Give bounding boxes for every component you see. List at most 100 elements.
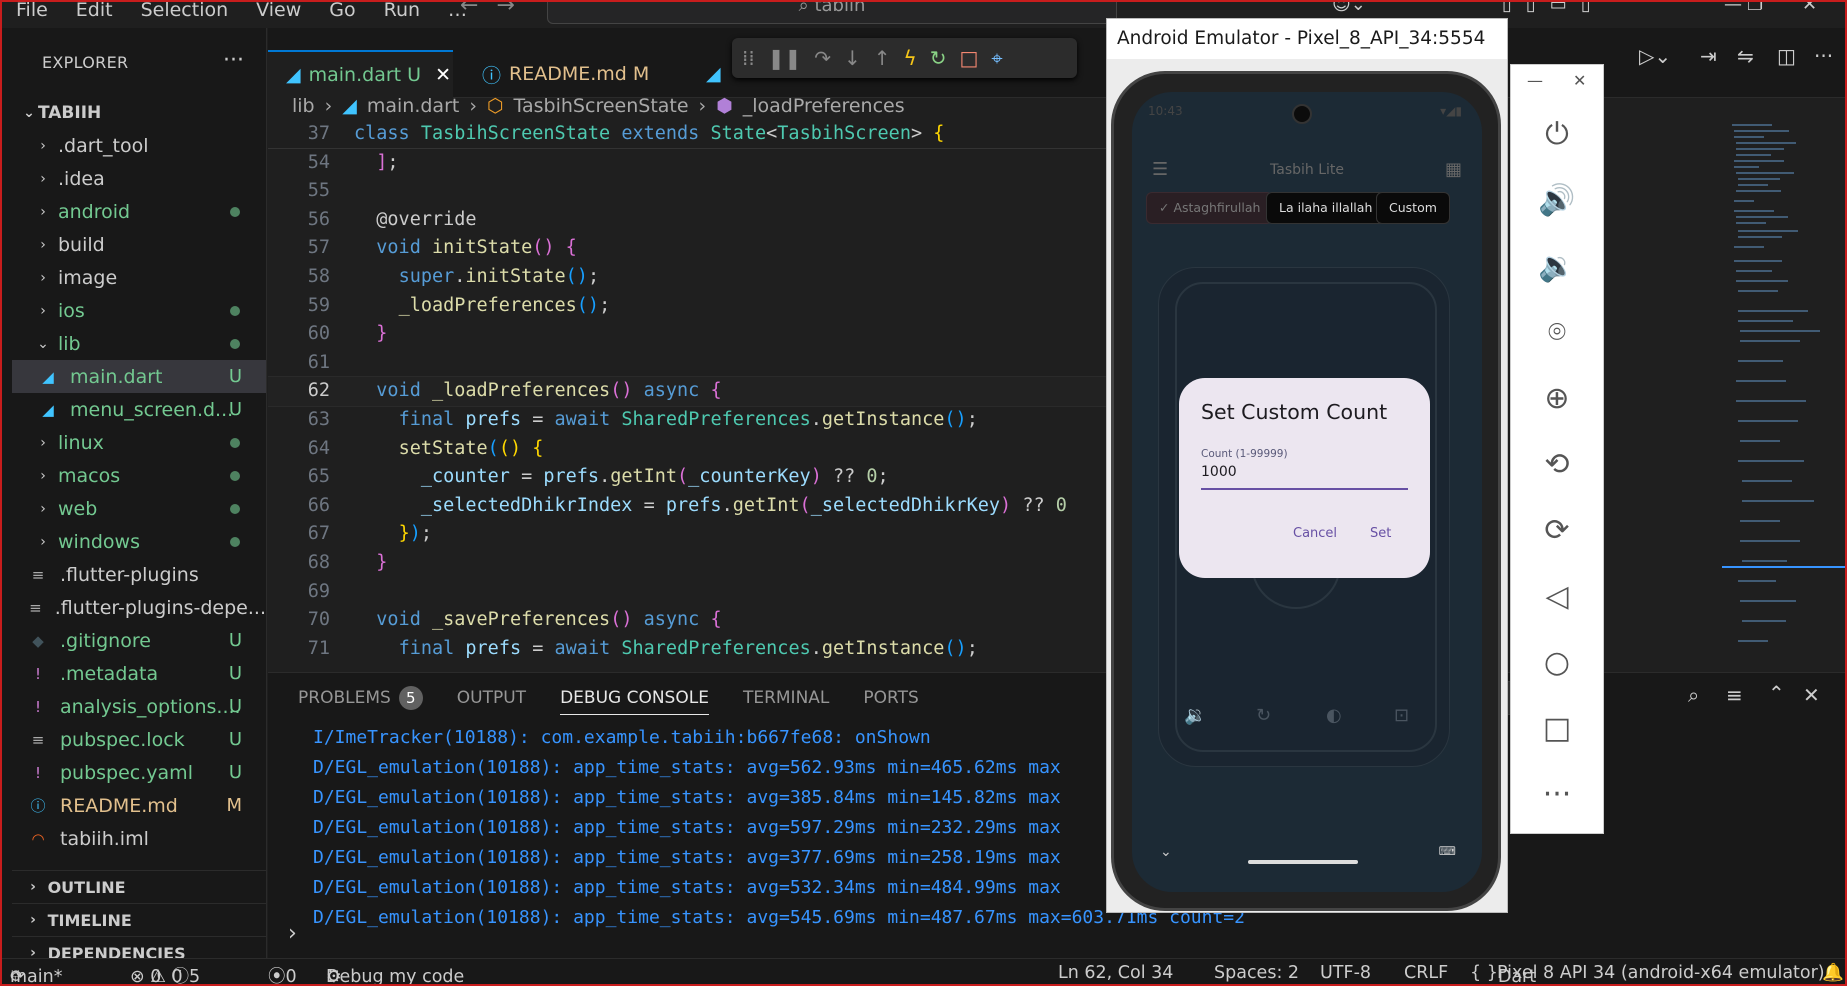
grid-icon[interactable]: ▦	[1445, 150, 1462, 190]
rotate-right-icon[interactable]: ⟳	[1537, 511, 1577, 551]
close-tab-icon[interactable]: ✕	[435, 64, 451, 86]
cursor-position[interactable]: Ln 62, Col 34	[1058, 963, 1173, 983]
tab-problems[interactable]: PROBLEMS 5	[298, 686, 423, 710]
tree-item[interactable]: › macos	[12, 459, 266, 492]
chip-custom[interactable]: Custom	[1376, 192, 1450, 224]
volume-up-icon[interactable]: 🔊	[1537, 181, 1577, 221]
cancel-button[interactable]: Cancel	[1293, 526, 1337, 541]
tree-item[interactable]: ! analysis_options.... U	[12, 690, 266, 723]
language-mode[interactable]: { } Dart	[1470, 963, 1536, 984]
tree-item[interactable]: ◠ tabiih.iml	[12, 822, 266, 855]
tree-item[interactable]: ◆ .gitignore U	[12, 624, 266, 657]
camera-icon[interactable]: ⌾	[1537, 313, 1577, 353]
line-endings[interactable]: CRLF	[1404, 963, 1448, 983]
keyboard-icon[interactable]: ⌨	[1439, 844, 1456, 858]
minimize-icon[interactable]: —	[1527, 71, 1543, 90]
menu-edit[interactable]: Edit	[62, 2, 127, 23]
tree-item[interactable]: › android	[12, 195, 266, 228]
hot-reload-icon[interactable]: ϟ	[904, 46, 917, 70]
maximize-panel-icon[interactable]: ⌃	[1768, 681, 1785, 705]
theme-icon[interactable]: ◐	[1326, 705, 1342, 726]
tree-item[interactable]: ! .metadata U	[12, 657, 266, 690]
more-icon[interactable]: ···	[1537, 775, 1577, 815]
set-button[interactable]: Set	[1370, 526, 1391, 541]
keyboard-hide-icon[interactable]: ⌄	[1160, 844, 1172, 860]
command-search[interactable]: ⌕ tabiih	[547, 2, 1117, 24]
tree-item[interactable]: › web	[12, 492, 266, 525]
tree-item[interactable]: › build	[12, 228, 266, 261]
tree-item[interactable]: ◢ main.dart U	[12, 360, 266, 393]
split-editor-icon[interactable]: ◫	[1777, 44, 1796, 68]
debug-console-output[interactable]: I/ImeTracker(10188): com.example.tabiih:…	[268, 723, 1845, 933]
menu-go[interactable]: Go	[315, 2, 369, 23]
tree-item[interactable]: › windows	[12, 525, 266, 558]
reset-icon[interactable]: ↻	[1256, 705, 1271, 726]
problems-status[interactable]: ⊗ 0 ⚠ 0 ⓘ 5	[130, 963, 200, 984]
tree-item[interactable]: › ios	[12, 294, 266, 327]
step-over-icon[interactable]: ↷	[814, 46, 831, 70]
tree-item[interactable]: ◢ menu_screen.d... U	[12, 393, 266, 426]
breadcrumb-class[interactable]: TasbihScreenState	[514, 95, 689, 117]
nav-arrows[interactable]: ←→	[460, 2, 533, 18]
chip-astaghfirullah[interactable]: ✓ Astaghfirullah	[1146, 192, 1274, 224]
breadcrumb-method[interactable]: _loadPreferences	[743, 95, 905, 117]
tree-item[interactable]: › .dart_tool	[12, 129, 266, 162]
sound-icon[interactable]: 🔉	[1184, 705, 1206, 726]
tree-item[interactable]: › .idea	[12, 162, 266, 195]
power-icon[interactable]: ⏻	[1537, 115, 1577, 155]
restart-icon[interactable]: ↻	[930, 46, 947, 70]
more-actions-icon[interactable]: ···	[1814, 44, 1833, 68]
tree-item[interactable]: ⌄ lib	[12, 327, 266, 360]
breadcrumb-lib[interactable]: lib	[292, 95, 315, 117]
restore-icon[interactable]: ❐	[1747, 2, 1763, 15]
chip-la-ilaha[interactable]: La ilaha illallah	[1266, 192, 1386, 224]
inspect-icon[interactable]: ⌖	[991, 46, 1002, 70]
tree-item[interactable]: ! pubspec.yaml U	[12, 756, 266, 789]
menu-view[interactable]: View	[242, 2, 315, 23]
notifications-icon[interactable]: 🔔	[1822, 963, 1844, 983]
ports-status[interactable]: ⦿ 0	[268, 963, 297, 984]
tab-main-dart[interactable]: ◢ main.dart U ✕	[268, 50, 453, 98]
back-icon[interactable]: ◁	[1537, 577, 1577, 617]
stop-icon[interactable]: □	[960, 46, 979, 70]
tree-item[interactable]: ⓘ README.md M	[12, 789, 266, 822]
breadcrumb-file[interactable]: main.dart	[367, 95, 459, 117]
step-into-icon[interactable]: ↓	[844, 46, 861, 70]
drag-handle-icon[interactable]: ⁞⁞	[742, 46, 755, 70]
minimap[interactable]	[1722, 120, 1845, 670]
project-root[interactable]: ⌄ TABIIH	[12, 96, 266, 129]
filter-icon[interactable]: ⌕	[1688, 683, 1699, 707]
encoding[interactable]: UTF-8	[1320, 963, 1371, 983]
tree-item[interactable]: › linux	[12, 426, 266, 459]
run-debug-icon[interactable]: ▷⌄	[1639, 44, 1671, 68]
close-panel-icon[interactable]: ✕	[1803, 683, 1820, 707]
sticky-scroll-line[interactable]: 37 class TasbihScreenState extends State<…	[268, 120, 1108, 149]
menu-file[interactable]: File	[2, 2, 62, 23]
tree-item[interactable]: ≡ .flutter-plugins-depe...	[12, 591, 266, 624]
more-actions-icon[interactable]: ···	[223, 48, 244, 73]
tab-dart-overflow[interactable]: ◢	[688, 50, 724, 98]
home-gesture-bar[interactable]	[1248, 860, 1358, 864]
copilot-icon[interactable]: ☺⌄	[1332, 2, 1366, 15]
close-icon[interactable]: ✕	[1802, 2, 1817, 15]
zoom-icon[interactable]: ⊕	[1537, 379, 1577, 419]
overview-icon[interactable]: □	[1537, 709, 1577, 749]
minimize-icon[interactable]: —	[1724, 2, 1742, 15]
tab-terminal[interactable]: TERMINAL	[743, 688, 829, 708]
tab-readme[interactable]: ⓘ README.md M	[464, 50, 654, 98]
code-editor[interactable]: 37 class TasbihScreenState extends State<…	[268, 120, 1108, 670]
tree-item[interactable]: ≡ pubspec.lock U	[12, 723, 266, 756]
menu-run[interactable]: Run	[370, 2, 434, 23]
open-device-icon[interactable]: ⇥	[1700, 44, 1717, 68]
close-icon[interactable]: ✕	[1573, 71, 1586, 90]
clear-console-icon[interactable]: ≡	[1726, 683, 1743, 707]
step-out-icon[interactable]: ↑	[874, 46, 891, 70]
menu-selection[interactable]: Selection	[127, 2, 243, 23]
menu-icon[interactable]: ☰	[1152, 150, 1168, 190]
indentation[interactable]: Spaces: 2	[1214, 963, 1299, 983]
tree-item[interactable]: ≡ .flutter-plugins	[12, 558, 266, 591]
tab-debug-console[interactable]: DEBUG CONSOLE	[560, 688, 709, 715]
outline-section[interactable]: › OUTLINE	[12, 870, 267, 903]
lock-icon[interactable]: ⊡	[1394, 705, 1409, 726]
volume-down-icon[interactable]: 🔉	[1537, 247, 1577, 287]
